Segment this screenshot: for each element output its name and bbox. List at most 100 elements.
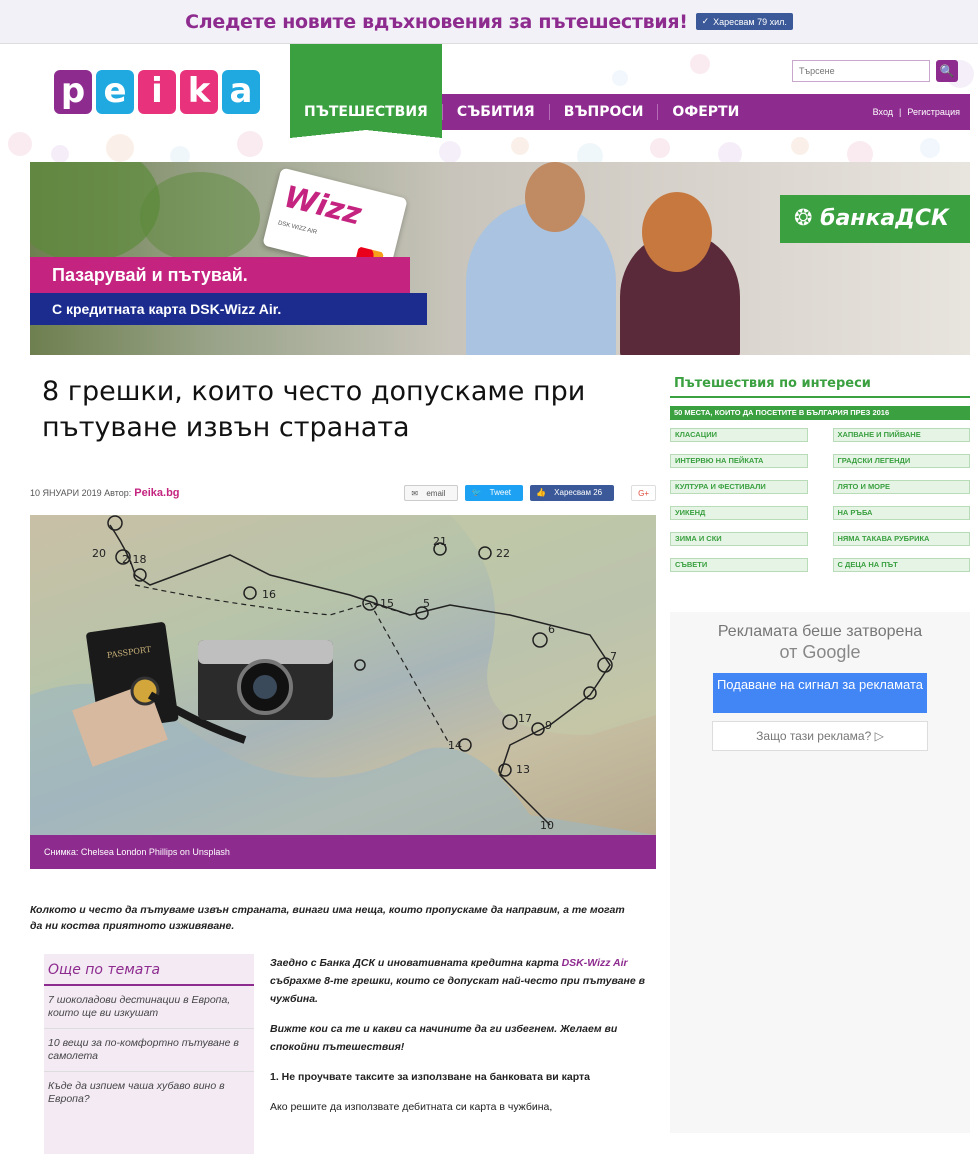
related-link[interactable]: Къде да изпием чаша хубаво вино в Европа… bbox=[44, 1072, 254, 1114]
card-link[interactable]: DSK-Wizz Air bbox=[562, 957, 628, 969]
body-text: Заедно с Банка ДСК и иновативната кредит… bbox=[270, 957, 562, 969]
svg-text:22: 22 bbox=[496, 547, 510, 560]
body-paragraph: Заедно с Банка ДСК и иновативната кредит… bbox=[270, 954, 650, 1008]
tag-link[interactable]: ГРАДСКИ ЛЕГЕНДИ bbox=[832, 454, 970, 468]
nav-item-questions[interactable]: ВЪПРОСИ bbox=[550, 94, 658, 130]
interest-tags: КЛАСАЦИИ ХАПВАНЕ И ПИЙВАНЕ ИНТЕРВЮ НА ПЕ… bbox=[670, 428, 970, 572]
tag-link[interactable]: НА РЪБА bbox=[832, 506, 970, 520]
related-heading: Още по темата bbox=[44, 954, 254, 986]
card-name: DSK WIZZ AIR bbox=[277, 220, 318, 236]
facebook-like-label: Харесвам 79 хил. bbox=[713, 16, 787, 27]
share-google-plus-button[interactable]: G+ bbox=[631, 485, 656, 501]
logo-letter: e bbox=[96, 70, 134, 114]
svg-text:5: 5 bbox=[423, 597, 430, 610]
banner-advertisement[interactable]: Wizz DSK WIZZ AIR Пазарувай и пътувай. С… bbox=[30, 162, 970, 355]
bank-name: банкаДСК bbox=[820, 206, 949, 231]
share-facebook-button[interactable]: 👍 Харесвам 26 bbox=[529, 485, 615, 501]
search-button[interactable]: 🔍 bbox=[936, 60, 958, 82]
banner-subline: С кредитната карта DSK-Wizz Air. bbox=[30, 293, 427, 325]
banner-person-woman-head bbox=[642, 192, 712, 272]
svg-text:16: 16 bbox=[262, 588, 276, 601]
svg-text:17: 17 bbox=[518, 712, 532, 725]
tag-link[interactable]: КУЛТУРА И ФЕСТИВАЛИ bbox=[670, 480, 808, 494]
logo-letter: a bbox=[222, 70, 260, 114]
ad-closed-text: Рекламата беше затворена bbox=[717, 623, 923, 640]
check-icon: ✓ bbox=[701, 16, 710, 26]
section-heading: 1. Не проучвате таксите за използване на… bbox=[270, 1071, 591, 1083]
site-logo[interactable]: p e i k a bbox=[54, 70, 260, 114]
bank-logo-icon: ❂ bbox=[794, 206, 821, 231]
nav-item-offers[interactable]: ОФЕРТИ bbox=[658, 94, 753, 130]
login-link[interactable]: Вход bbox=[873, 107, 893, 117]
auth-separator: | bbox=[899, 107, 902, 117]
related-articles-box: Още по темата 7 шоколадови дестинации в … bbox=[44, 954, 254, 1154]
sidebar-heading: Пътешествия по интереси bbox=[670, 370, 970, 398]
article-date: 10 ЯНУАРИ 2019 bbox=[30, 488, 102, 498]
author-link[interactable]: Peika.bg bbox=[134, 487, 179, 499]
article-title: 8 грешки, които често допускаме при пъту… bbox=[42, 376, 586, 443]
report-ad-button[interactable]: Подаване на сигнал за рекламата bbox=[713, 673, 927, 713]
svg-text:13: 13 bbox=[516, 763, 530, 776]
article-photo-map: 2,18 16 15 5 21 22 6 7 17 9 14 13 10 20 PASSPORT bbox=[30, 515, 656, 835]
logo-letter: i bbox=[138, 70, 176, 114]
closed-ad-panel: Рекламата беше затворена от Google Подав… bbox=[670, 612, 970, 1133]
share-facebook-label: Харесвам 26 bbox=[554, 488, 603, 497]
svg-text:21: 21 bbox=[433, 535, 447, 548]
share-email-label: email bbox=[426, 489, 446, 498]
ad-closed-by: от Google bbox=[779, 642, 861, 662]
search-input[interactable] bbox=[792, 60, 930, 82]
map-illustration: 2,181615 52122 6717 91413 1020 PASSPORT bbox=[30, 515, 656, 835]
tag-link[interactable]: ХАПВАНЕ И ПИЙВАНЕ bbox=[832, 428, 970, 442]
body-paragraph: Ако решите да използвате дебитната си ка… bbox=[270, 1101, 553, 1113]
tag-link[interactable]: СЪВЕТИ bbox=[670, 558, 808, 572]
body-text: събрахме 8-те грешки, които се допускат … bbox=[270, 975, 645, 1005]
photo-caption: Снимка: Chelsea London Phillips on Unspl… bbox=[30, 835, 656, 869]
svg-text:9: 9 bbox=[545, 719, 552, 732]
main-navigation: ПЪТЕШЕСТВИЯ СЪБИТИЯ ВЪПРОСИ ОФЕРТИ Вход … bbox=[290, 44, 970, 138]
article-body: Заедно с Банка ДСК и иновативната кредит… bbox=[270, 954, 650, 1128]
tag-featured[interactable]: 50 МЕСТА, КОИТО ДА ПОСЕТИТЕ В БЪЛГАРИЯ П… bbox=[670, 406, 970, 420]
related-link[interactable]: 7 шоколадови дестинации в Европа, които … bbox=[44, 986, 254, 1029]
tag-link[interactable]: С ДЕЦА НА ПЪТ bbox=[832, 558, 970, 572]
tag-link[interactable]: ИНТЕРВЮ НА ПЕЙКАТА bbox=[670, 454, 808, 468]
tag-link[interactable]: КЛАСАЦИИ bbox=[670, 428, 808, 442]
tag-link[interactable]: УИКЕНД bbox=[670, 506, 808, 520]
tag-link[interactable]: ЛЯТО И МОРЕ bbox=[832, 480, 970, 494]
logo-letter: p bbox=[54, 70, 92, 114]
nav-item-travel[interactable]: ПЪТЕШЕСТВИЯ bbox=[290, 44, 442, 138]
svg-text:20: 20 bbox=[92, 547, 106, 560]
logo-letter: k bbox=[180, 70, 218, 114]
author-label: Автор: bbox=[104, 488, 132, 498]
why-this-ad-button[interactable]: Защо тази реклама? ▷ bbox=[712, 721, 928, 751]
facebook-like-button[interactable]: ✓ Харесвам 79 хил. bbox=[695, 13, 793, 30]
share-email-button[interactable]: ✉ email bbox=[404, 485, 459, 501]
auth-links: Вход | Регистрация bbox=[873, 107, 970, 117]
article-lead: Колкото и често да пътуваме извън страна… bbox=[30, 904, 625, 932]
search-form: 🔍 bbox=[792, 60, 958, 82]
banner-headline: Пазарувай и пътувай. bbox=[30, 257, 410, 293]
article-meta: 10 ЯНУАРИ 2019 Автор: Peika.bg ✉ email 🐦… bbox=[30, 484, 656, 502]
register-link[interactable]: Регистрация bbox=[907, 107, 960, 117]
svg-text:7: 7 bbox=[610, 650, 617, 663]
related-link[interactable]: 10 вещи за по-комфортно пътуване в самол… bbox=[44, 1029, 254, 1072]
sidebar: Пътешествия по интереси 50 МЕСТА, КОИТО … bbox=[670, 370, 970, 572]
share-buttons: ✉ email 🐦 Tweet 👍 Харесвам 26 G+ bbox=[404, 485, 656, 501]
svg-text:2,18: 2,18 bbox=[122, 553, 147, 566]
svg-text:15: 15 bbox=[380, 597, 394, 610]
banner-foliage bbox=[140, 172, 260, 262]
bank-dsk-logo: ❂ банкаДСК bbox=[780, 195, 970, 243]
body-paragraph: Вижте кои са те и какви са начините да г… bbox=[270, 1023, 618, 1053]
nav-item-events[interactable]: СЪБИТИЯ bbox=[443, 94, 549, 130]
share-tweet-button[interactable]: 🐦 Tweet bbox=[465, 485, 523, 501]
svg-text:10: 10 bbox=[540, 819, 554, 832]
announcement-text: Следете новите вдъхновения за пътешестви… bbox=[185, 10, 688, 33]
top-announcement-bar: Следете новите вдъхновения за пътешестви… bbox=[0, 0, 978, 44]
banner-person-man-head bbox=[525, 162, 585, 232]
share-tweet-label: Tweet bbox=[489, 488, 511, 497]
tag-link[interactable]: НЯМА ТАКАВА РУБРИКА bbox=[832, 532, 970, 546]
svg-text:6: 6 bbox=[548, 623, 555, 636]
tag-link[interactable]: ЗИМА И СКИ bbox=[670, 532, 808, 546]
site-header: p e i k a 🔍 ПЪТЕШЕСТВИЯ СЪБИТИЯ ВЪПРОСИ … bbox=[0, 44, 978, 162]
article: 8 грешки, които често допускаме при пъту… bbox=[30, 370, 656, 1154]
svg-text:14: 14 bbox=[448, 739, 462, 752]
